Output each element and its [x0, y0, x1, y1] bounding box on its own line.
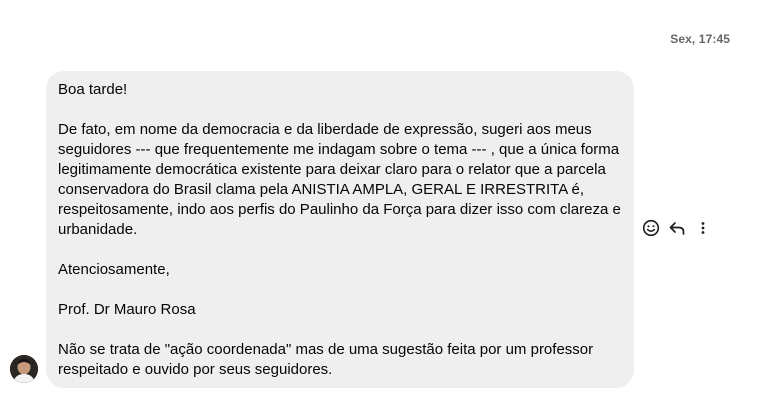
reply-icon	[669, 222, 685, 235]
react-button[interactable]	[641, 218, 661, 238]
message-paragraph: De fato, em nome da democracia e da libe…	[58, 121, 621, 238]
chat-thread: Sex, 17:45 Boa tarde! De fato, em nome d…	[0, 0, 764, 417]
reply-button[interactable]	[667, 218, 687, 238]
message-greeting: Boa tarde!	[58, 81, 128, 98]
more-vertical-icon	[701, 222, 705, 234]
message-actions	[641, 218, 713, 238]
message-signature: Prof. Dr Mauro Rosa	[58, 301, 196, 318]
message-timestamp: Sex, 17:45	[670, 32, 730, 46]
smiley-icon	[642, 219, 660, 237]
message-closing: Atenciosamente,	[58, 261, 170, 278]
more-options-button[interactable]	[693, 218, 713, 238]
message-bubble[interactable]: Boa tarde! De fato, em nome da democraci…	[46, 71, 634, 388]
message-postscript: Não se trata de "ação coordenada" mas de…	[58, 341, 594, 378]
sender-avatar[interactable]	[10, 355, 38, 383]
avatar-photo	[10, 355, 38, 383]
